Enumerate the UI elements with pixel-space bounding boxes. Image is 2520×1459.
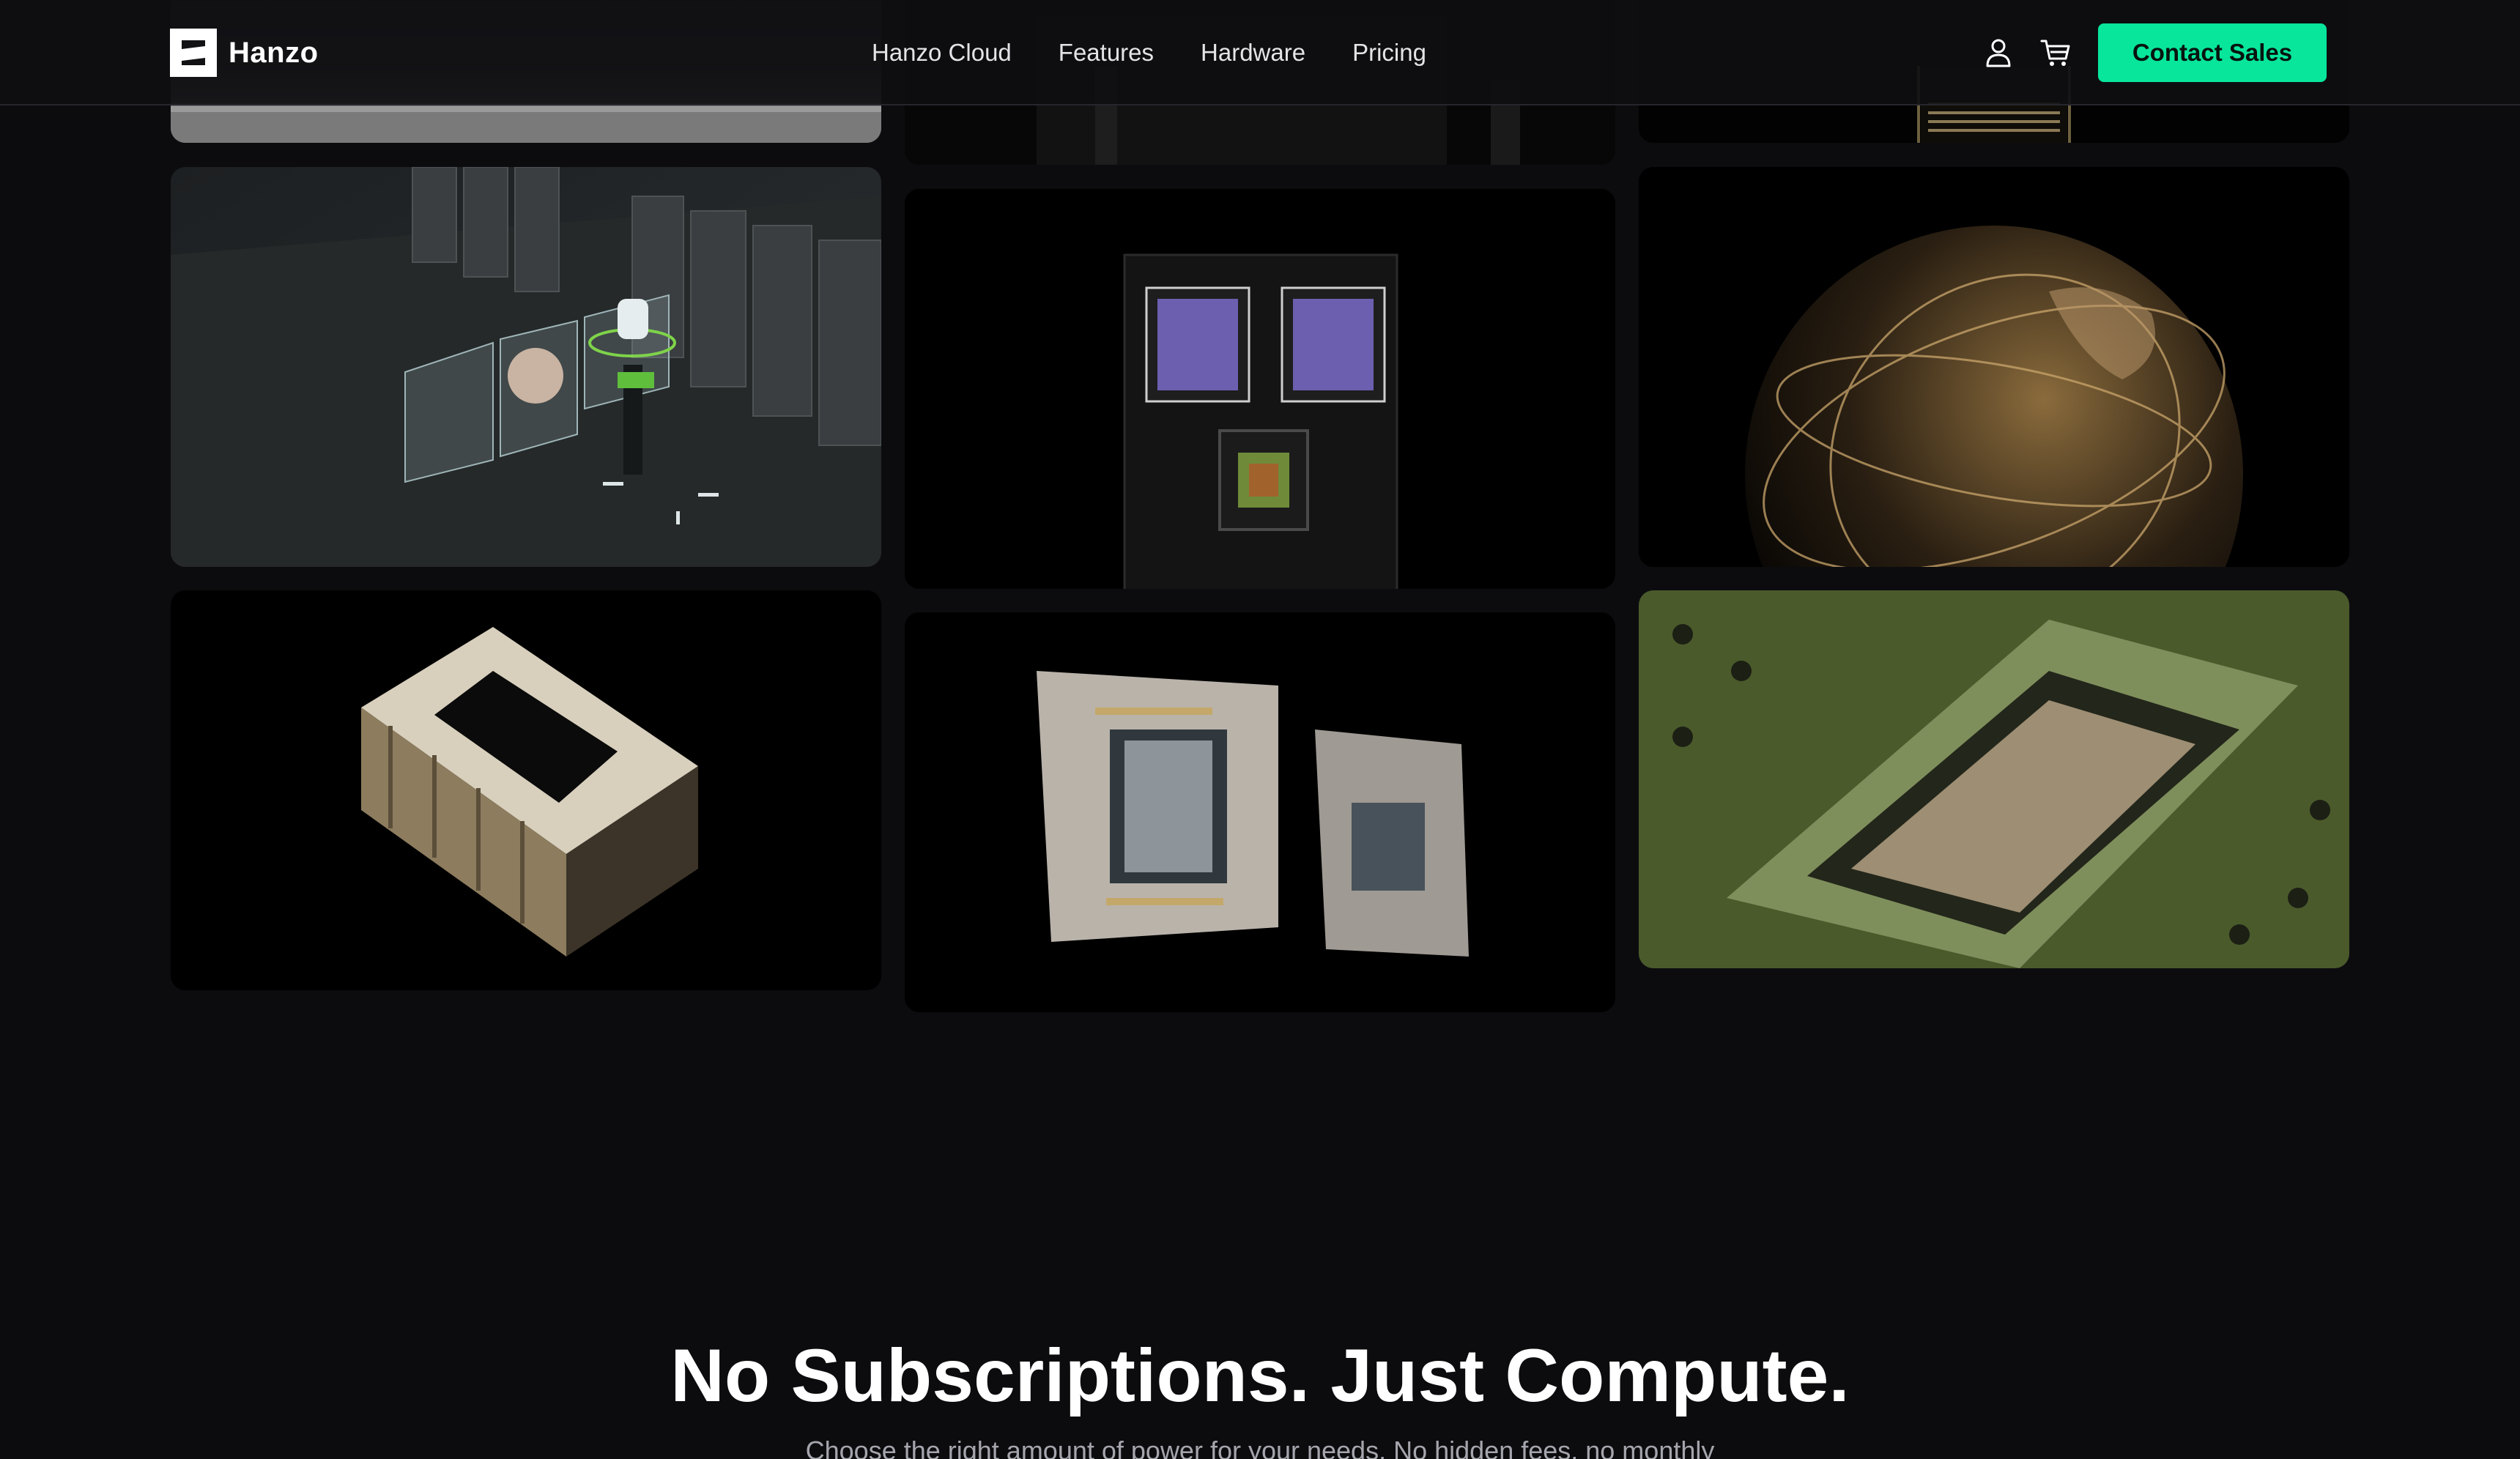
gallery-image-superchip-board	[905, 189, 1615, 589]
gallery-image-silicon-wafer	[1639, 590, 2349, 968]
gallery-image-gpu-module-stack	[171, 590, 881, 990]
gallery-image-gpu-chip-pair	[905, 612, 1615, 1012]
site-header: Hanzo Hanzo Cloud Features Hardware Pric…	[0, 0, 2520, 105]
pricing-subheading: Choose the right amount of power for you…	[805, 1436, 1715, 1459]
contact-sales-button[interactable]: Contact Sales	[2098, 23, 2327, 82]
pricing-heading: No Subscriptions. Just Compute.	[670, 1334, 1850, 1417]
gallery-image-golden-globe	[1639, 167, 2349, 567]
page: Hanzo Hanzo Cloud Features Hardware Pric…	[0, 0, 2520, 1459]
main-nav: Hanzo Cloud Features Hardware Pricing	[872, 35, 1426, 70]
nav-link-hardware[interactable]: Hardware	[1201, 39, 1305, 67]
hanzo-logo-icon	[170, 29, 217, 77]
brand-logo[interactable]: Hanzo	[170, 28, 319, 78]
gallery-image-datacenter-holographic	[171, 167, 881, 567]
nav-link-pricing[interactable]: Pricing	[1352, 39, 1426, 67]
brand-name: Hanzo	[229, 36, 319, 69]
nav-link-hanzo-cloud[interactable]: Hanzo Cloud	[872, 39, 1012, 67]
nav-link-features[interactable]: Features	[1059, 39, 1154, 67]
cart-icon[interactable]	[2039, 37, 2072, 69]
user-icon[interactable]	[1982, 37, 2015, 69]
